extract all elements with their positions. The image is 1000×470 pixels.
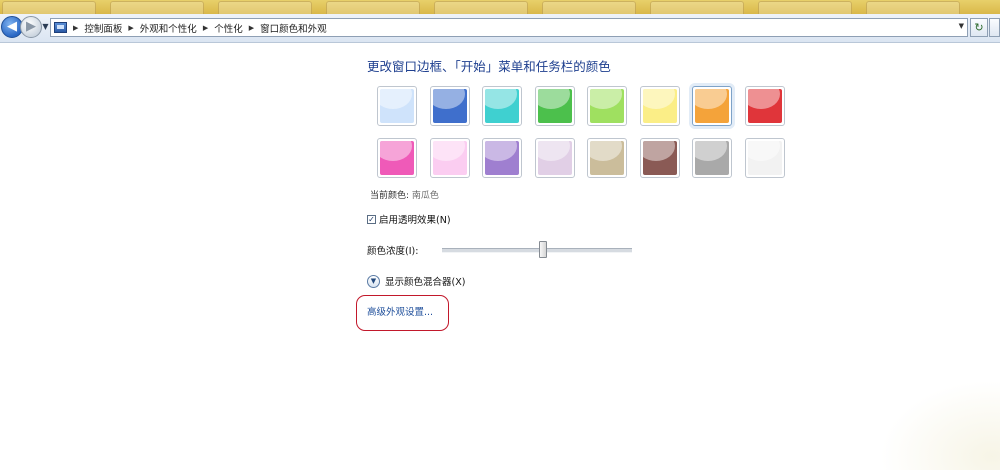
color-swatch-fill [380, 89, 414, 123]
color-intensity-slider-thumb[interactable] [538, 241, 547, 258]
breadcrumb-separator-icon[interactable]: ▶ [203, 24, 208, 32]
background-tab[interactable] [758, 1, 852, 14]
color-swatch-fill [747, 141, 782, 175]
color-swatch-lemon[interactable] [639, 86, 680, 126]
color-swatch-leaf[interactable] [534, 86, 575, 126]
color-swatch-chocolate[interactable] [639, 138, 680, 178]
color-swatch-sea[interactable] [482, 86, 522, 126]
current-color-line: 当前颜色: 南瓜色 [370, 188, 439, 201]
color-intensity-slider-track[interactable] [442, 248, 632, 253]
color-swatch-fill [485, 89, 519, 123]
recent-pages-dropdown[interactable]: ▼ [41, 20, 50, 34]
annotation-highlight-circle [356, 295, 449, 331]
arrow-right-icon: ▶ [26, 19, 36, 34]
breadcrumb-separator-icon[interactable]: ▶ [73, 24, 78, 32]
refresh-icon: ↻ [974, 21, 984, 34]
arrow-left-icon: ◀ [7, 19, 17, 34]
background-sheen [880, 380, 1000, 470]
color-swatch-fill [432, 89, 467, 123]
expand-chevron-icon[interactable]: ▼ [367, 274, 380, 288]
navigation-bar: ◀ ▶ ▼ ▶ 控制面板 ▶ 外观和个性化 ▶ 个性化 ▶ 窗口颜色和外观 ▼ … [0, 14, 1000, 43]
breadcrumb-personalization[interactable]: 个性化 [214, 21, 243, 35]
refresh-button[interactable]: ↻ [970, 18, 988, 37]
chevron-down-icon: ▼ [42, 22, 49, 31]
color-intensity-label: 颜色浓度(I): [367, 246, 419, 257]
address-bar[interactable]: ▶ 控制面板 ▶ 外观和个性化 ▶ 个性化 ▶ 窗口颜色和外观 ▼ [50, 18, 968, 37]
background-tab[interactable] [434, 1, 528, 14]
color-swatch-fill [537, 89, 572, 123]
color-swatch-fill [695, 89, 729, 123]
color-swatch-fill [537, 141, 572, 175]
color-swatch-lavender[interactable] [534, 138, 575, 178]
toolbar-edge [989, 18, 1000, 37]
background-tab[interactable] [542, 1, 636, 14]
color-swatch-fill [695, 141, 729, 175]
color-swatch-frost[interactable] [744, 138, 785, 178]
background-tab[interactable] [866, 1, 960, 14]
color-swatch-violet[interactable] [482, 138, 522, 178]
color-swatch-fuchsia[interactable] [377, 138, 417, 178]
background-tab[interactable] [2, 1, 96, 14]
show-color-mixer-toggle[interactable]: ▼ 显示颜色混合器(X) [367, 274, 465, 288]
breadcrumb-window-color[interactable]: 窗口颜色和外观 [260, 21, 327, 35]
color-swatch-pumpkin[interactable] [692, 86, 732, 126]
page-title: 更改窗口边框、「开始」菜单和任务栏的颜色 [367, 59, 611, 74]
transparency-checkbox[interactable]: ✓ [367, 214, 376, 224]
breadcrumb-separator-icon[interactable]: ▶ [128, 24, 133, 32]
color-swatch-taupe[interactable] [587, 138, 627, 178]
breadcrumb-control-panel[interactable]: 控制面板 [84, 21, 122, 35]
current-color-value: 南瓜色 [411, 191, 439, 201]
background-tab[interactable] [218, 1, 312, 14]
show-color-mixer-label[interactable]: 显示颜色混合器(X) [385, 274, 465, 288]
current-color-label: 当前颜色: [370, 191, 410, 201]
background-tab[interactable] [650, 1, 744, 14]
color-swatch-sky[interactable] [377, 86, 417, 126]
color-swatch-fill [590, 89, 624, 123]
transparency-label[interactable]: 启用透明效果(N) [379, 212, 451, 226]
background-tab[interactable] [110, 1, 204, 14]
address-history-dropdown-icon[interactable]: ▼ [959, 22, 964, 30]
breadcrumb-appearance[interactable]: 外观和个性化 [140, 21, 197, 35]
color-swatch-fill [642, 89, 677, 123]
breadcrumb-separator-icon[interactable]: ▶ [249, 24, 254, 32]
color-swatch-slate[interactable] [692, 138, 732, 178]
color-swatch-twilight[interactable] [429, 86, 470, 126]
color-swatch-lime[interactable] [587, 86, 627, 126]
color-swatch-fill [485, 141, 519, 175]
color-swatch-fill [590, 141, 624, 175]
transparency-option[interactable]: ✓ 启用透明效果(N) [367, 212, 451, 226]
browser-tab-strip [0, 0, 1000, 14]
color-swatch-blush[interactable] [429, 138, 470, 178]
forward-button[interactable]: ▶ [20, 16, 42, 38]
color-swatch-fill [642, 141, 677, 175]
color-swatch-fill [380, 141, 414, 175]
color-swatch-fill [747, 89, 782, 123]
color-swatch-ruby[interactable] [744, 86, 785, 126]
background-tab[interactable] [326, 1, 420, 14]
control-panel-icon [54, 22, 67, 33]
color-swatch-fill [432, 141, 467, 175]
